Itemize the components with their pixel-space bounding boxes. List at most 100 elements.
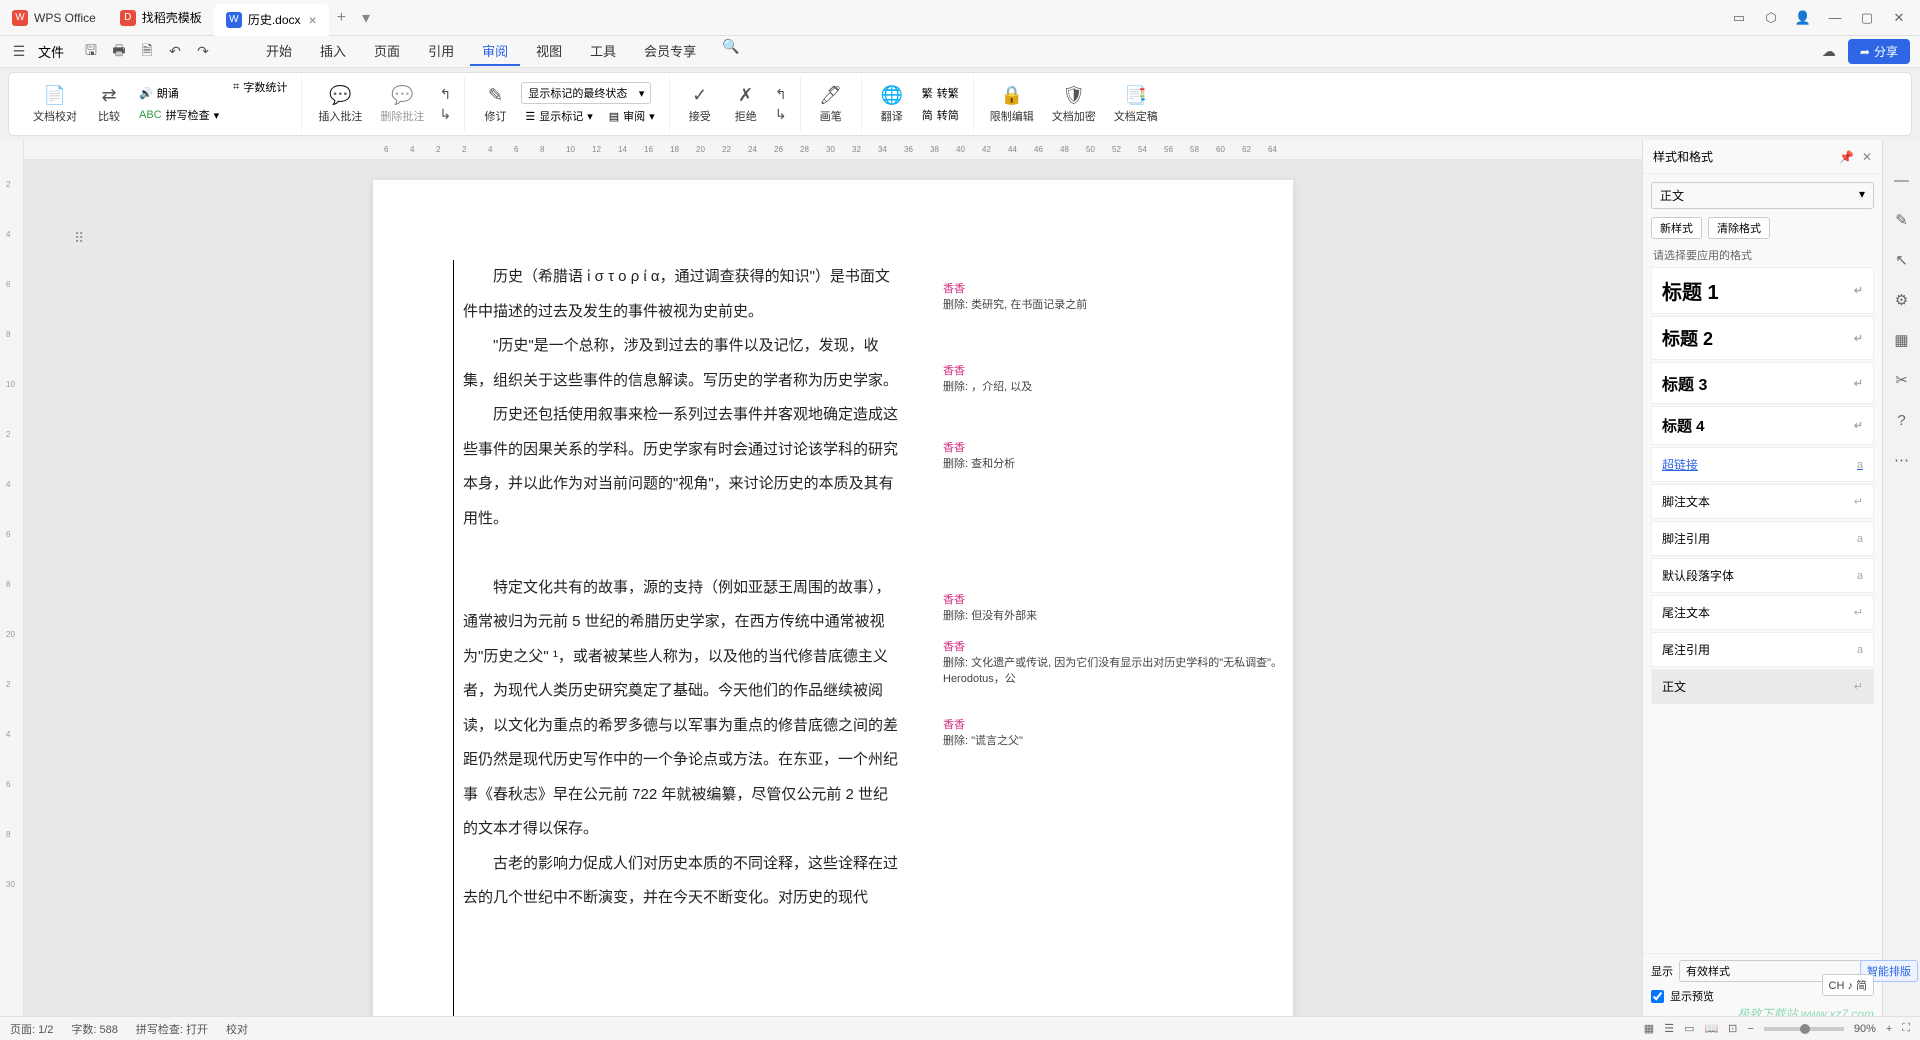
print-preview-icon[interactable]: 🗎 (138, 43, 156, 61)
zoom-level[interactable]: 90% (1854, 1023, 1876, 1035)
search-icon[interactable]: 🔍 (722, 37, 740, 55)
template-tab[interactable]: D 找稻壳模板 (108, 2, 214, 34)
pin-icon[interactable]: 📌 (1839, 150, 1854, 164)
tab-reference[interactable]: 引用 (416, 37, 466, 66)
edit-tool-icon[interactable]: ✎ (1892, 210, 1912, 230)
gallery-icon[interactable]: ▦ (1892, 330, 1912, 350)
view-outline-icon[interactable]: ☰ (1664, 1022, 1674, 1035)
to-simplified-button[interactable]: 简转简 (918, 105, 963, 125)
maximize-icon[interactable]: ▢ (1858, 9, 1876, 27)
finalize-button[interactable]: 📑文档定稿 (1108, 83, 1164, 126)
proof-status[interactable]: 校对 (226, 1021, 248, 1037)
style-item[interactable]: 标题 4↵ (1651, 406, 1874, 445)
tab-page[interactable]: 页面 (362, 37, 412, 66)
insert-comment-button[interactable]: 💬插入批注 (312, 83, 368, 126)
print-icon[interactable]: 🖶 (110, 43, 128, 61)
next-change-icon[interactable]: ↳ (772, 105, 790, 123)
delete-comment-button[interactable]: 💬删除批注 (374, 83, 430, 126)
style-item[interactable]: 正文↵ (1651, 669, 1874, 704)
ink-button[interactable]: 🖊画笔 (811, 83, 851, 126)
collapse-icon[interactable]: — (1892, 170, 1912, 190)
track-changes-button[interactable]: ✎修订 (475, 83, 515, 126)
tab-review[interactable]: 审阅 (470, 37, 520, 66)
ime-indicator[interactable]: CH ♪ 简 (1822, 974, 1875, 996)
word-count[interactable]: 字数: 588 (71, 1021, 117, 1037)
paragraph-handle-icon[interactable]: ⠿ (74, 230, 84, 247)
clear-format-button[interactable]: 清除格式 (1708, 217, 1770, 239)
tab-vip[interactable]: 会员专享 (632, 37, 708, 66)
view-read-icon[interactable]: 📖 (1704, 1022, 1718, 1035)
settings-icon[interactable]: ⚙ (1892, 290, 1912, 310)
view-focus-icon[interactable]: ⊡ (1728, 1022, 1737, 1035)
revision-item[interactable]: 香香删除: 查和分析 (943, 439, 1283, 471)
redo-icon[interactable]: ↷ (194, 43, 212, 61)
style-item[interactable]: 标题 2↵ (1651, 316, 1874, 360)
file-menu[interactable]: 文件 (38, 42, 64, 61)
doc-proofing-button[interactable]: 📄文档校对 (27, 83, 83, 126)
view-web-icon[interactable]: ▭ (1684, 1022, 1694, 1035)
zoom-in-icon[interactable]: + (1886, 1023, 1892, 1035)
translate-button[interactable]: 🌐翻译 (872, 83, 912, 126)
to-traditional-button[interactable]: 繁转繁 (918, 83, 963, 103)
markup-display-dropdown[interactable]: 显示标记的最终状态▾ (521, 82, 651, 104)
menu-icon[interactable]: ☰ (10, 43, 28, 61)
show-markup-button[interactable]: ☰显示标记▾ (521, 106, 596, 126)
save-icon[interactable]: 🖫 (82, 43, 100, 61)
fullscreen-icon[interactable]: ⛶ (1902, 1022, 1910, 1035)
tab-menu-button[interactable]: ▾ (354, 8, 378, 28)
tools-icon[interactable]: ✂ (1892, 370, 1912, 390)
style-item[interactable]: 脚注引用a (1651, 521, 1874, 556)
accept-button[interactable]: ✓接受 (680, 83, 720, 126)
next-comment-icon[interactable]: ↳ (436, 105, 454, 123)
style-item[interactable]: 标题 3↵ (1651, 362, 1874, 404)
prev-change-icon[interactable]: ↰ (772, 85, 790, 103)
review-pane-button[interactable]: ▤审阅▾ (605, 106, 659, 126)
cube-icon[interactable]: ⬡ (1762, 9, 1780, 27)
style-item[interactable]: 尾注引用a (1651, 632, 1874, 667)
word-count-button[interactable]: ⌗字数统计 (229, 77, 291, 97)
help-icon[interactable]: ? (1892, 410, 1912, 430)
share-button[interactable]: ➦ 分享 (1848, 39, 1910, 64)
zoom-slider[interactable] (1764, 1027, 1844, 1031)
style-item[interactable]: 超链接a (1651, 447, 1874, 482)
compare-button[interactable]: ⇄比较 (89, 83, 129, 126)
close-window-icon[interactable]: ✕ (1890, 9, 1908, 27)
app-tab[interactable]: W WPS Office (0, 2, 108, 34)
encrypt-button[interactable]: 🛡文档加密 (1046, 83, 1102, 126)
select-tool-icon[interactable]: ↖ (1892, 250, 1912, 270)
new-tab-button[interactable]: + (329, 9, 354, 27)
close-panel-icon[interactable]: ✕ (1862, 150, 1872, 164)
checkbox-input[interactable] (1651, 990, 1664, 1003)
tab-view[interactable]: 视图 (524, 37, 574, 66)
window-pip-icon[interactable]: ▭ (1730, 9, 1748, 27)
style-list[interactable]: 标题 1↵标题 2↵标题 3↵标题 4↵超链接a脚注文本↵脚注引用a默认段落字体… (1643, 267, 1882, 953)
revision-item[interactable]: 香香删除: 类研究, 在书面记录之前 (943, 280, 1283, 312)
page-indicator[interactable]: 页面: 1/2 (10, 1021, 53, 1037)
view-print-icon[interactable]: ▦ (1644, 1022, 1654, 1035)
tab-tools[interactable]: 工具 (578, 37, 628, 66)
revision-item[interactable]: 香香删除: "谎言之父" (943, 716, 1283, 748)
style-item[interactable]: 脚注文本↵ (1651, 484, 1874, 519)
read-aloud-button[interactable]: 🔊朗诵 (135, 83, 223, 103)
spell-status[interactable]: 拼写检查: 打开 (136, 1021, 208, 1037)
current-style-dropdown[interactable]: 正文 ▾ (1651, 182, 1874, 209)
close-tab-icon[interactable]: × (309, 12, 317, 28)
document-tab[interactable]: W 历史.docx × (214, 4, 329, 36)
revision-item[interactable]: 香香删除: ，介绍, 以及 (943, 362, 1283, 394)
document-area[interactable]: 6422468101214161820222426283032343638404… (24, 140, 1642, 1016)
spell-check-button[interactable]: ABC拼写检查▾ (135, 105, 223, 125)
cloud-sync-icon[interactable]: ☁ (1820, 43, 1838, 61)
reject-button[interactable]: ✗拒绝 (726, 83, 766, 126)
revision-item[interactable]: 香香删除: 文化遗产或传说, 因为它们没有显示出对历史学科的"无私调查"。Her… (943, 638, 1283, 686)
undo-icon[interactable]: ↶ (166, 43, 184, 61)
minimize-icon[interactable]: — (1826, 9, 1844, 27)
style-item[interactable]: 默认段落字体a (1651, 558, 1874, 593)
new-style-button[interactable]: 新样式 (1651, 217, 1702, 239)
revision-item[interactable]: 香香删除: 但没有外部来 (943, 591, 1283, 623)
zoom-out-icon[interactable]: − (1747, 1023, 1753, 1035)
style-item[interactable]: 标题 1↵ (1651, 267, 1874, 314)
more-icon[interactable]: ⋯ (1892, 450, 1912, 470)
page-content[interactable]: 历史（希腊语 ἱ σ τ ο ρ ί α，通过调查获得的知识"）是书面文件中描述… (373, 180, 933, 1016)
prev-comment-icon[interactable]: ↰ (436, 85, 454, 103)
style-item[interactable]: 尾注文本↵ (1651, 595, 1874, 630)
